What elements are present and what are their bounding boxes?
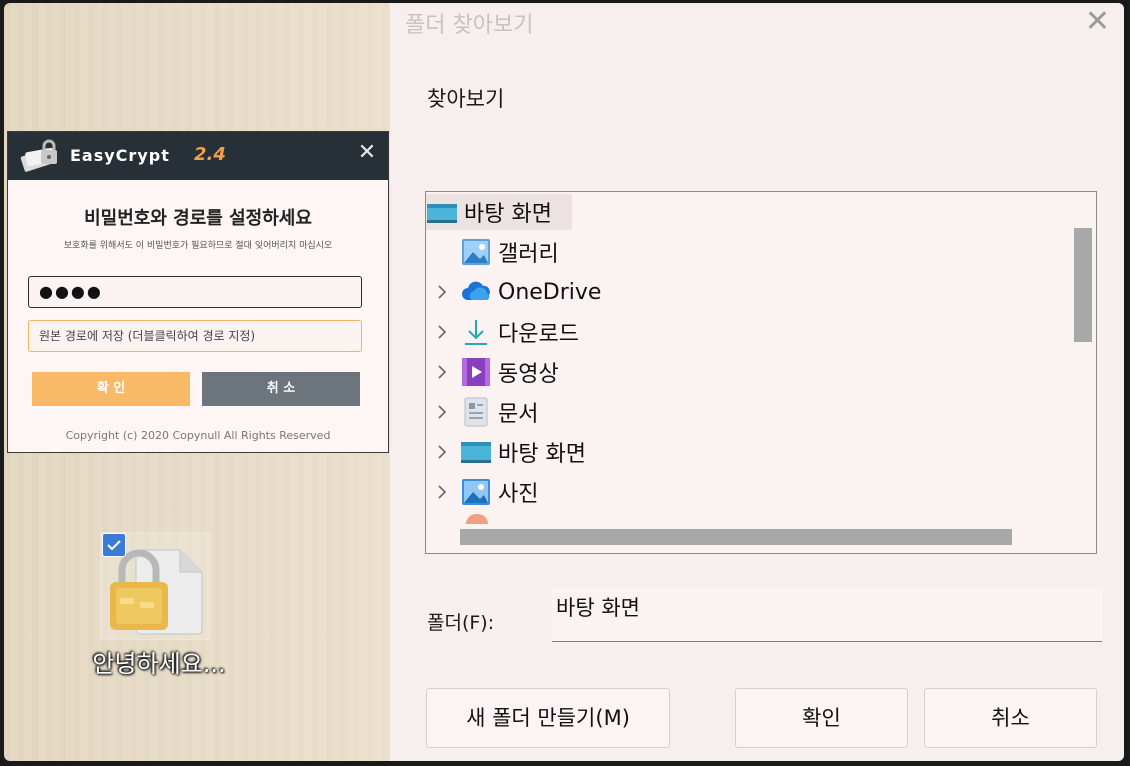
video-icon (462, 358, 490, 386)
tree-item-gallery[interactable]: 갤러리 (460, 234, 559, 270)
path-field[interactable]: 원본 경로에 저장 (더블클릭하여 경로 지정) (28, 320, 362, 352)
tree-item-desktop[interactable]: 바탕 화면 (438, 434, 586, 470)
tree-item-downloads[interactable]: 다운로드 (438, 314, 579, 350)
easycrypt-logo-icon (18, 138, 62, 178)
chevron-right-icon[interactable] (434, 364, 450, 380)
folder-dialog-close-icon[interactable]: ✕ (1085, 7, 1110, 37)
vertical-scrollbar-thumb[interactable] (1074, 228, 1092, 342)
tree-item-onedrive[interactable]: OneDrive (438, 274, 602, 310)
folder-cancel-button[interactable]: 취소 (924, 688, 1097, 748)
desktop-file-label: 안녕하세요... (92, 650, 226, 678)
chevron-right-icon[interactable] (434, 324, 450, 340)
tree-item-label: 바탕 화면 (498, 442, 586, 467)
easycrypt-cancel-button[interactable]: 취 소 (202, 372, 360, 406)
gallery-icon (462, 239, 490, 265)
tree-item-label: 다운로드 (498, 322, 579, 347)
tree-item-desktop-root[interactable]: 바탕 화면 (426, 194, 572, 230)
chevron-right-icon[interactable] (434, 284, 450, 300)
easycrypt-dialog: EasyCrypt 2.4 ✕ 비밀번호와 경로를 설정하세요 보호화를 위해서… (7, 131, 389, 453)
folder-ok-button[interactable]: 확인 (735, 688, 908, 748)
tree-item-label: OneDrive (498, 279, 602, 305)
checkbox-icon[interactable] (102, 533, 126, 557)
folder-dialog-title: 폴더 찾아보기 (405, 13, 534, 38)
easycrypt-close-icon[interactable]: ✕ (356, 142, 378, 164)
tree-item-label: 사진 (498, 482, 539, 507)
download-icon (465, 320, 487, 345)
tree-item-documents[interactable]: 문서 (438, 394, 539, 430)
tree-item-pictures[interactable]: 사진 (438, 474, 539, 510)
document-icon (464, 397, 488, 427)
easycrypt-subtext: 보호화를 위해서도 이 비밀번호가 필요하므로 절대 잊어버리지 마십시오 (63, 241, 333, 251)
tree-item-label: 갤러리 (498, 242, 559, 267)
onedrive-cloud-icon (462, 281, 490, 300)
easycrypt-brand: EasyCrypt (70, 146, 170, 165)
horizontal-scrollbar-thumb[interactable] (460, 529, 1012, 545)
easycrypt-version: 2.4 (194, 144, 226, 165)
desktop-background: EasyCrypt 2.4 ✕ 비밀번호와 경로를 설정하세요 보호화를 위해서… (4, 3, 1124, 761)
folder-label: 폴더(F): (427, 612, 495, 634)
tree-item-label: 문서 (498, 402, 539, 427)
tree-item-label: 동영상 (498, 362, 559, 387)
easycrypt-heading: 비밀번호와 경로를 설정하세요 (84, 208, 312, 229)
desktop-folder-icon (427, 204, 457, 223)
pictures-icon (462, 479, 490, 505)
password-field[interactable]: ●●●● (28, 276, 362, 308)
partial-item-icon (466, 514, 488, 524)
easycrypt-titlebar[interactable]: EasyCrypt 2.4 ✕ (8, 132, 388, 180)
tree-item-videos[interactable]: 동영상 (438, 354, 559, 390)
new-folder-button[interactable]: 새 폴더 만들기(M) (426, 688, 670, 748)
chevron-right-icon[interactable] (434, 484, 450, 500)
tree-item-label: 바탕 화면 (464, 202, 552, 227)
browse-label: 찾아보기 (427, 87, 505, 111)
easycrypt-ok-button[interactable]: 확 인 (32, 372, 190, 406)
chevron-right-icon[interactable] (434, 444, 450, 460)
chevron-right-icon[interactable] (434, 404, 450, 420)
folder-browse-dialog: 폴더 찾아보기 ✕ 찾아보기 바탕 화면 갤러리 OneDrive 다운로드 동… (390, 3, 1124, 761)
easycrypt-copyright: Copyright (c) 2020 Copynull All Rights R… (65, 429, 331, 442)
desktop-folder-icon (461, 442, 491, 463)
folder-tree[interactable]: 바탕 화면 갤러리 OneDrive 다운로드 동영상 문서 바탕 화면 사진 (425, 191, 1097, 554)
folder-name-input[interactable]: 바탕 화면 (552, 588, 1102, 642)
